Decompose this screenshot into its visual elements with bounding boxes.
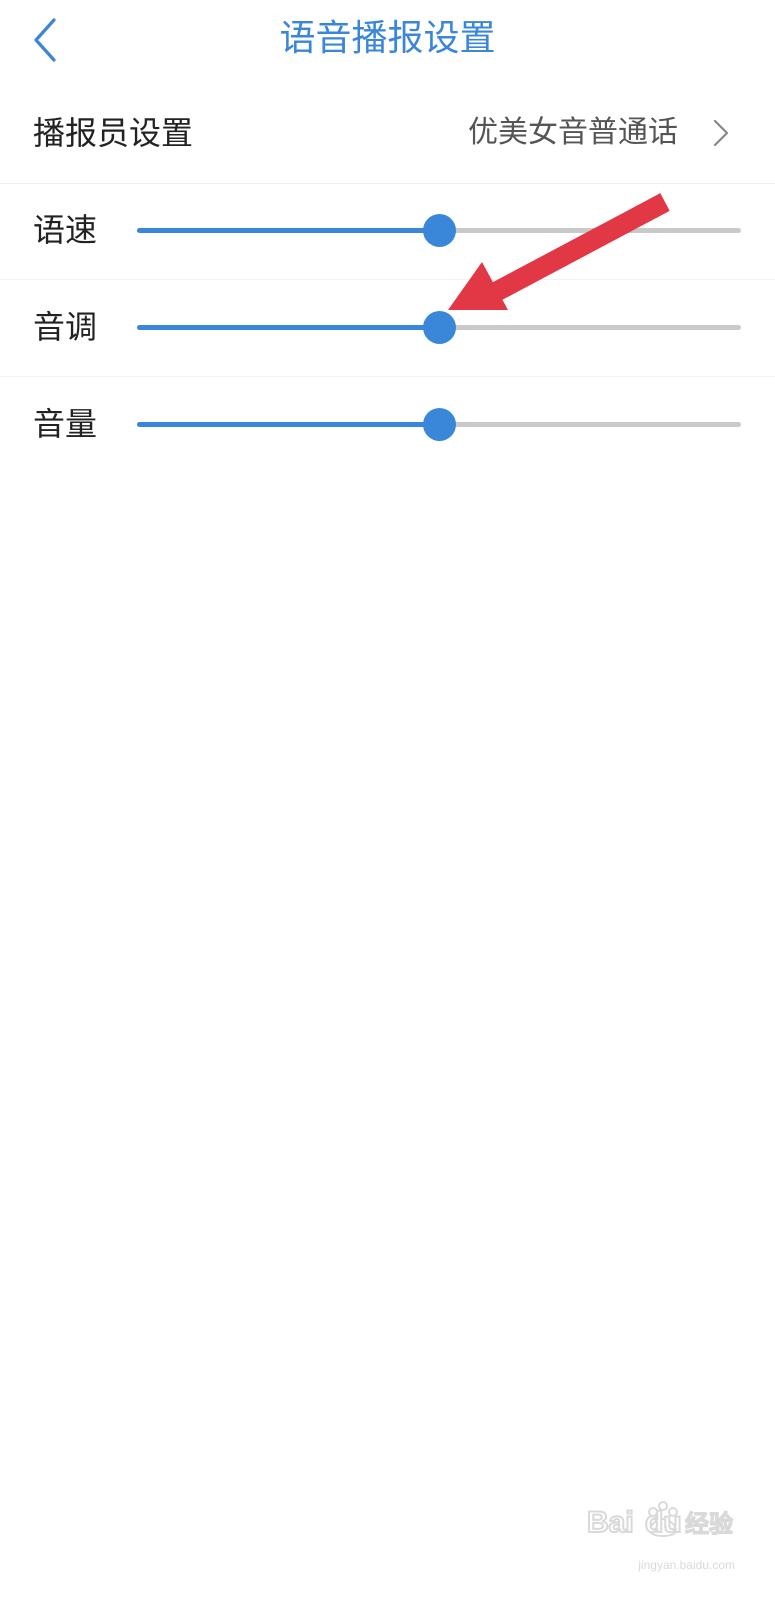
announcer-setting-value: 优美女音普通话 xyxy=(468,115,678,150)
pitch-label: 音调 xyxy=(33,308,98,346)
watermark-url: jingyan.baidu.com xyxy=(638,1558,735,1572)
pitch-row: 音调 xyxy=(0,279,775,377)
page-title: 语音播报设置 xyxy=(279,18,496,59)
voice-broadcast-settings-screen: 语音播报设置 播报员设置 优美女音普通话 语速 音调 音量 Bai du 经验 … xyxy=(0,0,775,1600)
speed-label: 语速 xyxy=(33,211,98,249)
svg-text:经验: 经验 xyxy=(685,1510,733,1538)
svg-text:du: du xyxy=(645,1506,682,1539)
speed-row: 语速 xyxy=(0,182,775,280)
volume-label: 音量 xyxy=(33,405,98,443)
slider-thumb[interactable] xyxy=(423,408,456,441)
chevron-right-icon xyxy=(713,119,729,147)
slider-thumb[interactable] xyxy=(423,214,456,247)
pitch-slider[interactable] xyxy=(137,307,741,347)
baidu-watermark: Bai du 经验 jingyan.baidu.com xyxy=(585,1496,735,1572)
speed-slider[interactable] xyxy=(137,210,741,250)
announcer-setting-label: 播报员设置 xyxy=(33,114,194,152)
baidu-jingyan-logo: Bai du 经验 xyxy=(586,1501,734,1540)
volume-row: 音量 xyxy=(0,376,775,473)
svg-text:Bai: Bai xyxy=(587,1506,634,1539)
slider-thumb[interactable] xyxy=(423,311,456,344)
slider-fill xyxy=(137,422,439,427)
volume-slider[interactable] xyxy=(137,404,741,444)
slider-fill xyxy=(137,228,439,233)
slider-fill xyxy=(137,325,439,330)
header: 语音播报设置 xyxy=(0,0,775,80)
announcer-setting-row[interactable]: 播报员设置 优美女音普通话 xyxy=(0,88,775,184)
